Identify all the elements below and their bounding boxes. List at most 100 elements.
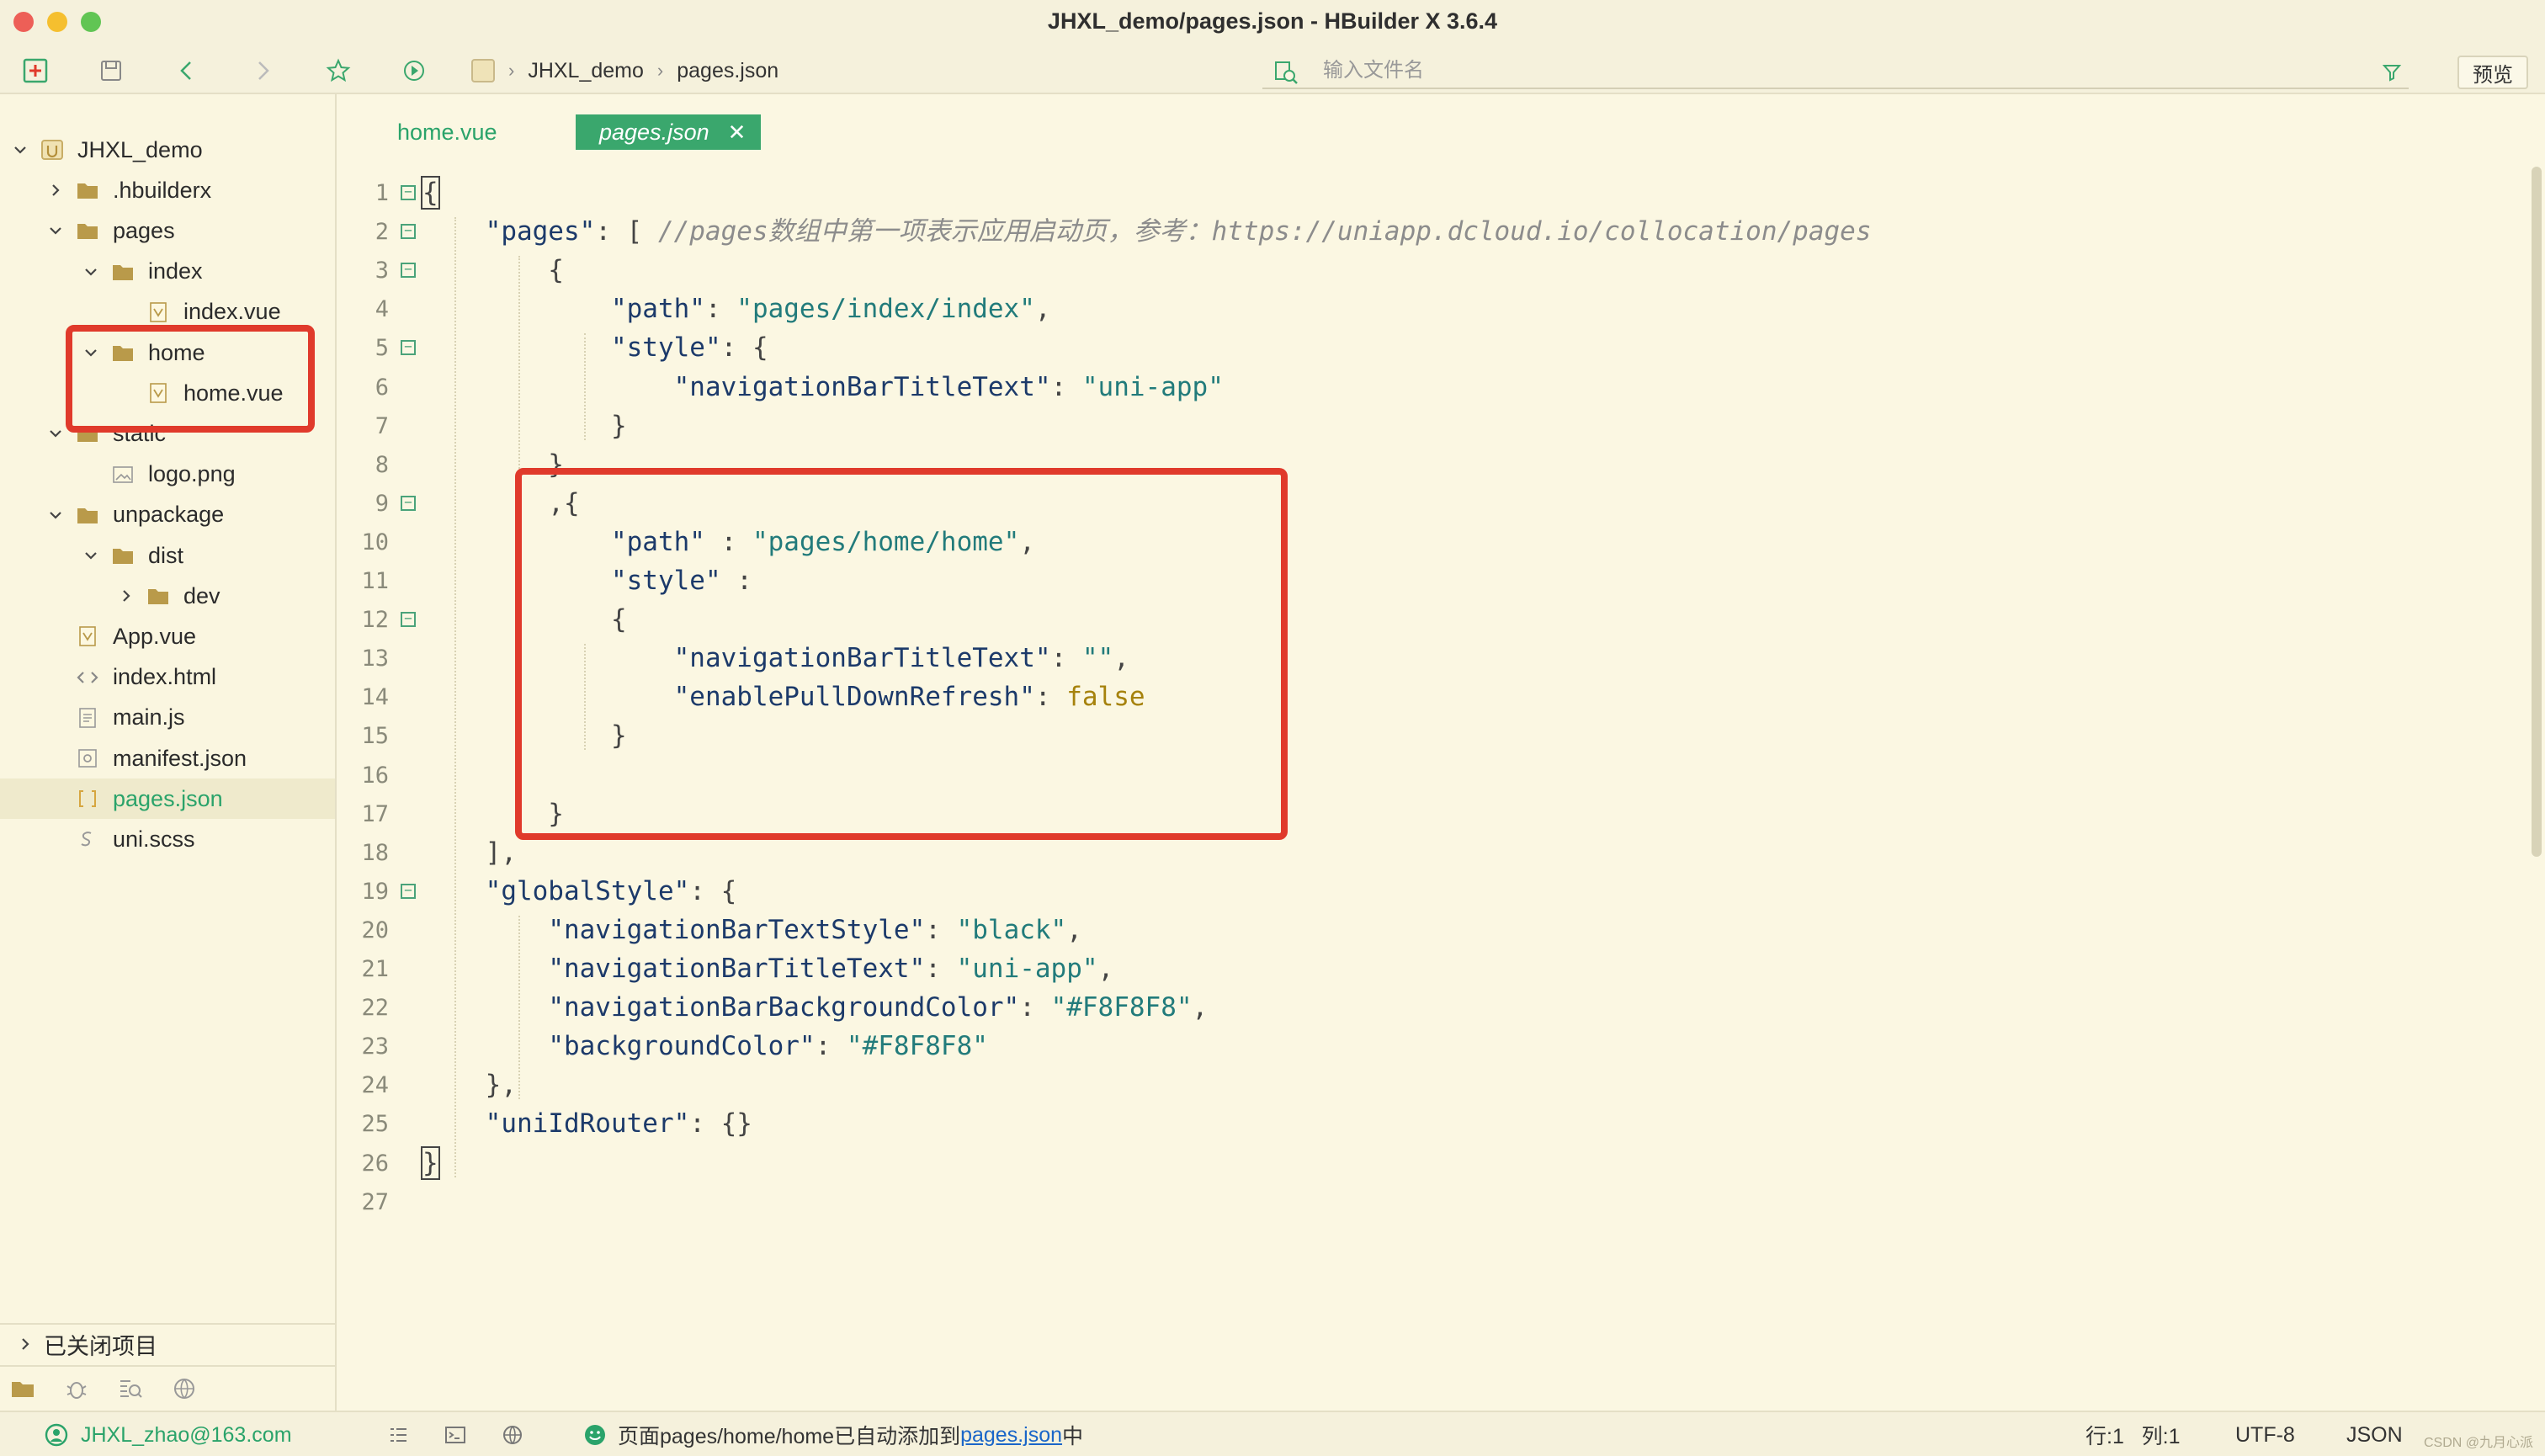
code-line: "pages": [ //pages数组中第一项表示应用启动页，参考：https… bbox=[422, 212, 1872, 251]
language-mode[interactable]: JSON bbox=[2346, 1422, 2403, 1448]
line-number: 15 bbox=[361, 723, 389, 750]
tab-home-vue[interactable]: home.vue bbox=[397, 114, 497, 150]
tree-item[interactable]: dev bbox=[0, 576, 335, 616]
fold-toggle-icon[interactable]: − bbox=[401, 340, 416, 356]
code-token: //pages数组中第一项表示应用启动页，参考：https://uniapp.d… bbox=[657, 216, 1872, 247]
save-icon[interactable] bbox=[94, 54, 128, 88]
editor-scrollbar[interactable] bbox=[2532, 167, 2542, 857]
tree-item-label: index bbox=[148, 258, 203, 284]
line-number: 5 bbox=[375, 335, 389, 362]
fold-toggle-icon[interactable]: − bbox=[401, 185, 416, 200]
manifest-file-icon bbox=[76, 748, 99, 768]
line-number: 23 bbox=[361, 1034, 389, 1060]
tree-item[interactable]: pages bbox=[0, 210, 335, 251]
code-token: "pages/index/index" bbox=[736, 294, 1035, 325]
chevron-down-icon[interactable] bbox=[12, 141, 29, 158]
chevron-down-icon[interactable] bbox=[82, 547, 99, 564]
code-token: : bbox=[1050, 371, 1082, 402]
breadcrumb-file[interactable]: pages.json bbox=[677, 59, 778, 83]
folder-icon bbox=[76, 180, 99, 200]
vue-file-icon bbox=[146, 301, 170, 322]
code-token: : bbox=[704, 294, 737, 325]
fold-toggle-icon[interactable]: − bbox=[401, 495, 416, 511]
chevron-right-icon[interactable] bbox=[118, 587, 135, 604]
chevron-right-icon bbox=[17, 1336, 34, 1352]
tree-item[interactable]: JHXL_demo bbox=[0, 130, 335, 170]
star-icon[interactable] bbox=[321, 54, 355, 88]
code-token: "pages" bbox=[485, 216, 596, 247]
new-file-icon[interactable] bbox=[19, 54, 52, 88]
code-token: : [ bbox=[595, 216, 658, 247]
fold-toggle-icon[interactable]: − bbox=[401, 263, 416, 279]
folder-icon bbox=[146, 586, 170, 606]
tree-item[interactable]: pages.json bbox=[0, 778, 335, 820]
tree-item[interactable]: logo.png bbox=[0, 454, 335, 495]
user-icon[interactable] bbox=[44, 1422, 69, 1448]
status-message-link[interactable]: pages.json bbox=[960, 1423, 1062, 1448]
fold-toggle-icon[interactable]: − bbox=[401, 224, 416, 240]
line-number: 24 bbox=[361, 1072, 389, 1099]
code-token: , bbox=[1066, 914, 1082, 945]
status-message-text: 页面pages/home/home已自动添加到 bbox=[618, 1425, 961, 1448]
line-number: 13 bbox=[361, 646, 389, 672]
code-token: "uniIdRouter" bbox=[485, 1108, 690, 1140]
forward-icon[interactable] bbox=[246, 54, 279, 88]
tree-item[interactable]: dist bbox=[0, 535, 335, 576]
caret-spacer bbox=[47, 790, 64, 807]
terminal-icon[interactable] bbox=[443, 1422, 468, 1448]
back-icon[interactable] bbox=[170, 54, 204, 88]
closed-projects[interactable]: 已关闭项目 bbox=[0, 1323, 335, 1363]
tree-item[interactable]: uni.scss bbox=[0, 819, 335, 859]
fold-toggle-icon[interactable]: − bbox=[401, 612, 416, 628]
file-search-input[interactable] bbox=[1323, 56, 2333, 86]
code-token: ], bbox=[422, 837, 517, 868]
tree-item[interactable]: main.js bbox=[0, 698, 335, 738]
fold-toggle-icon[interactable]: − bbox=[401, 883, 416, 899]
preview-button[interactable]: 预览 bbox=[2457, 56, 2528, 89]
code-line: "navigationBarTitleText": "uni-app", bbox=[422, 949, 1113, 988]
chevron-down-icon[interactable] bbox=[47, 507, 64, 523]
line-number: 11 bbox=[361, 568, 389, 594]
bug-icon[interactable] bbox=[62, 1374, 91, 1403]
chevron-right-icon: › bbox=[656, 60, 664, 81]
filter-icon[interactable] bbox=[2382, 62, 2402, 82]
code-token: "uni-app" bbox=[1081, 371, 1224, 402]
chevron-down-icon[interactable] bbox=[47, 425, 64, 442]
chevron-down-icon[interactable] bbox=[47, 222, 64, 239]
code-line: "style": { bbox=[422, 328, 768, 367]
account-label[interactable]: JHXL_zhao@163.com bbox=[81, 1422, 292, 1448]
outline-icon[interactable] bbox=[385, 1422, 411, 1448]
folder-icon bbox=[111, 545, 135, 566]
breadcrumb-project[interactable]: JHXL_demo bbox=[528, 59, 644, 83]
line-number: 9 bbox=[375, 490, 389, 517]
code-editor[interactable]: 1−2−3−4 5−6 7 8 9−10 11 12−13 14 15 16 17 18 19−20 21… bbox=[338, 165, 2545, 1411]
tree-item[interactable]: index bbox=[0, 252, 335, 292]
search-files-icon[interactable] bbox=[116, 1374, 145, 1403]
tree-item[interactable]: index.html bbox=[0, 657, 335, 698]
tab-pages-json[interactable]: pages.json ✕ bbox=[576, 114, 761, 150]
globe-icon[interactable] bbox=[500, 1422, 525, 1448]
vue-file-icon bbox=[76, 626, 99, 647]
tree-item[interactable]: unpackage bbox=[0, 495, 335, 535]
close-tab-icon[interactable]: ✕ bbox=[728, 120, 746, 146]
chevron-right-icon[interactable] bbox=[47, 182, 64, 199]
tree-item[interactable]: manifest.json bbox=[0, 738, 335, 778]
code-token: "navigationBarTitleText" bbox=[673, 371, 1051, 402]
globe-icon[interactable] bbox=[170, 1374, 199, 1403]
encoding-label[interactable]: UTF-8 bbox=[2235, 1422, 2295, 1448]
folder-icon[interactable] bbox=[8, 1374, 37, 1403]
code-token: , bbox=[1034, 294, 1051, 325]
chevron-down-icon[interactable] bbox=[82, 263, 99, 280]
code-token: "navigationBarBackgroundColor" bbox=[548, 992, 1020, 1023]
code-token: } bbox=[422, 410, 627, 441]
code-token: "#F8F8F8" bbox=[846, 1031, 988, 1062]
code-token: , bbox=[1097, 954, 1114, 984]
caret-spacer bbox=[47, 831, 64, 848]
tree-item[interactable]: .hbuilderx bbox=[0, 170, 335, 210]
tree-item[interactable]: App.vue bbox=[0, 616, 335, 656]
run-icon[interactable] bbox=[397, 54, 431, 88]
cursor-position[interactable]: 行:1 列:1 bbox=[2085, 1422, 2181, 1448]
